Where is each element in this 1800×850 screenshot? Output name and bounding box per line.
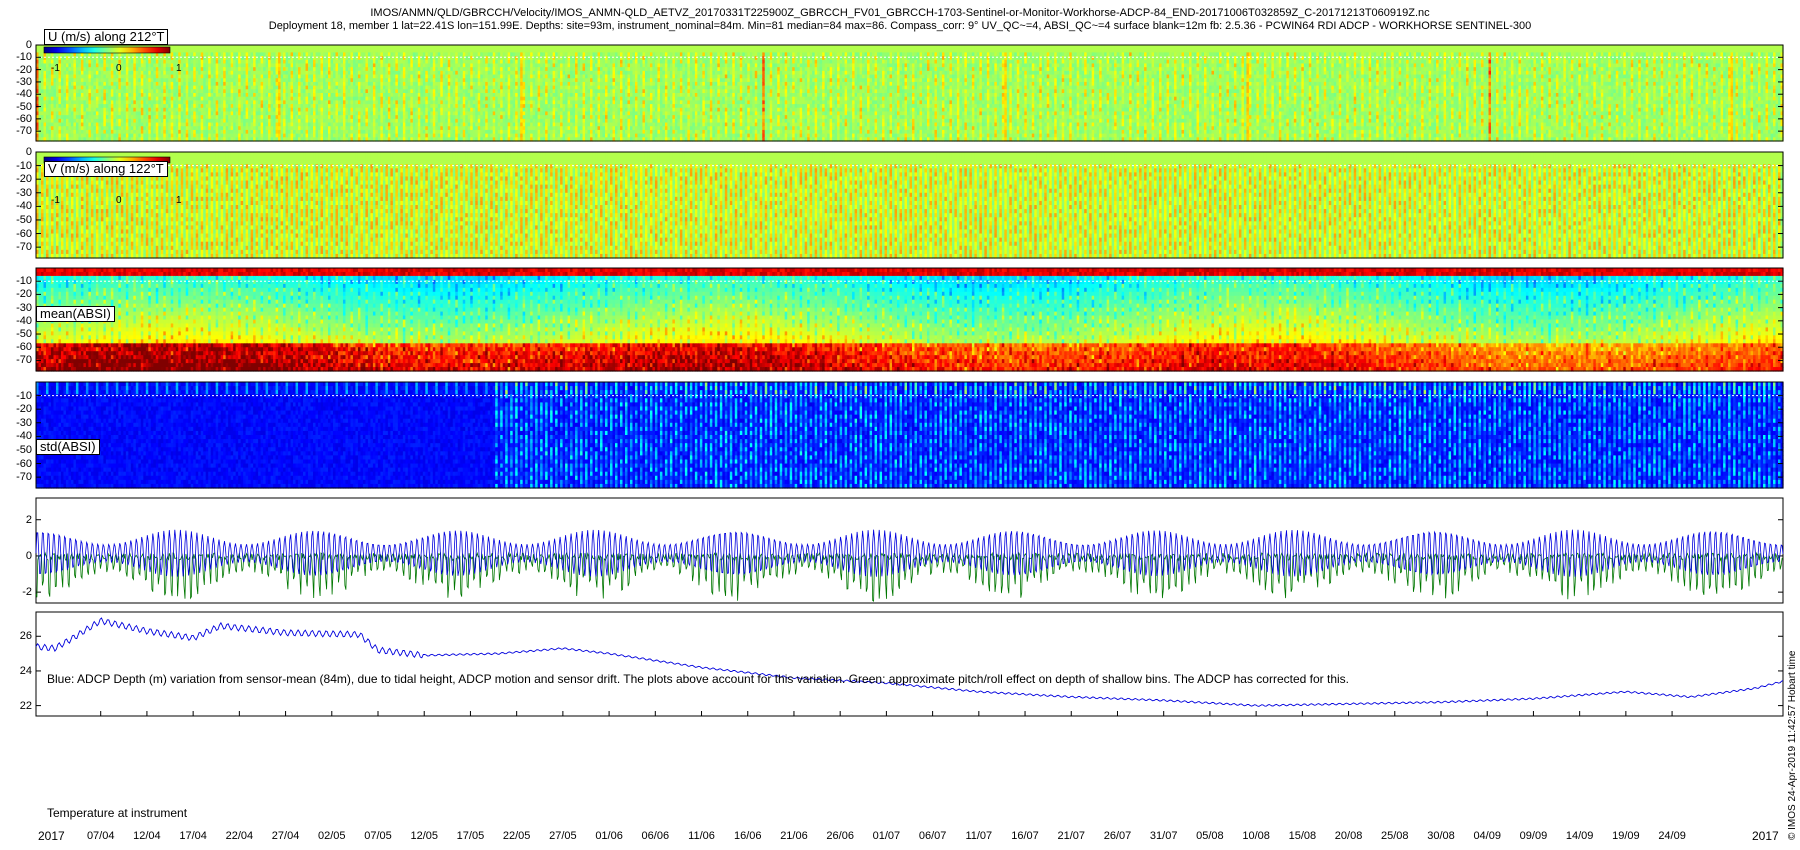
ytick-label-panel4: 2 (26, 514, 32, 526)
xtick-label: 01/07 (870, 830, 902, 842)
xtick-label: 10/08 (1240, 830, 1272, 842)
copyright-timestamp: © IMOS 24-Apr-2019 11:42:57 Hobart time (1787, 651, 1798, 841)
ytick-label-panel3: -60 (16, 458, 32, 470)
ytick-label-panel2: -70 (16, 354, 32, 366)
ytick-label-panel1: -20 (16, 173, 32, 185)
ytick-label-panel2: -50 (16, 328, 32, 340)
ytick-label-panel1: -70 (16, 241, 32, 253)
xtick-label: 27/05 (547, 830, 579, 842)
ytick-label-panel0: -60 (16, 113, 32, 125)
ytick-label-panel0: -30 (16, 76, 32, 88)
xtick-label: 04/09 (1471, 830, 1503, 842)
figure-canvas (0, 0, 1800, 850)
panel-v-title: V (m/s) along 122°T (44, 161, 168, 177)
xtick-label: 26/06 (824, 830, 856, 842)
xtick-label: 21/07 (1055, 830, 1087, 842)
colorbar-0 (44, 47, 170, 53)
u-colorbar-tick-mid: 0 (116, 63, 122, 74)
heatmap-0 (36, 45, 1784, 142)
xtick-label: 17/05 (454, 830, 486, 842)
xtick-label: 11/06 (686, 830, 718, 842)
ytick-label-panel0: -70 (16, 125, 32, 137)
xtick-label: 22/04 (223, 830, 255, 842)
ytick-label-panel2: -40 (16, 315, 32, 327)
xtick-label: 24/09 (1656, 830, 1688, 842)
xtick-label: 17/04 (177, 830, 209, 842)
ytick-label-panel3: -30 (16, 417, 32, 429)
xtick-label: 05/08 (1194, 830, 1226, 842)
depth-panel-annotation: Blue: ADCP Depth (m) variation from sens… (47, 672, 1349, 686)
temperature-series (36, 618, 1783, 706)
u-colorbar-tick-min: -1 (51, 63, 60, 74)
ytick-label-panel1: -40 (16, 200, 32, 212)
xtick-label: 06/06 (639, 830, 671, 842)
xtick-label: 30/08 (1425, 830, 1457, 842)
panel-mean-absi-title: mean(ABSI) (36, 306, 115, 322)
ytick-label-panel1: -30 (16, 187, 32, 199)
xtick-label: 19/09 (1610, 830, 1642, 842)
ytick-label-panel1: -10 (16, 160, 32, 172)
ytick-label-panel5: 24 (20, 665, 32, 677)
ytick-label-panel5: 26 (20, 630, 32, 642)
heatmap-3 (36, 382, 1784, 489)
xtick-label: 02/05 (316, 830, 348, 842)
xtick-label: 22/05 (501, 830, 533, 842)
v-colorbar-tick-mid: 0 (116, 195, 122, 206)
ytick-label-panel0: -40 (16, 88, 32, 100)
ytick-label-panel3: -10 (16, 390, 32, 402)
ytick-label-panel2: -60 (16, 341, 32, 353)
xtick-label: 21/06 (778, 830, 810, 842)
year-label-right: 2017 (1752, 830, 1779, 842)
ytick-label-panel1: 0 (26, 146, 32, 158)
ytick-label-panel4: 0 (26, 550, 32, 562)
xtick-label: 31/07 (1148, 830, 1180, 842)
heatmap-1 (36, 152, 1784, 259)
xtick-label: 01/06 (593, 830, 625, 842)
xtick-label: 06/07 (917, 830, 949, 842)
xtick-label: 12/04 (131, 830, 163, 842)
xtick-label: 15/08 (1286, 830, 1318, 842)
ytick-label-panel3: -20 (16, 403, 32, 415)
u-colorbar-tick-max: 1 (176, 63, 182, 74)
xtick-label: 26/07 (1101, 830, 1133, 842)
v-colorbar-tick-max: 1 (176, 195, 182, 206)
ytick-label-panel2: -30 (16, 302, 32, 314)
ytick-label-panel5: 22 (20, 700, 32, 712)
xtick-label: 07/05 (362, 830, 394, 842)
xtick-label: 20/08 (1333, 830, 1365, 842)
panel-frame-temperature (36, 612, 1783, 716)
panel-u-title: U (m/s) along 212°T (44, 29, 168, 45)
v-colorbar-tick-min: -1 (51, 195, 60, 206)
adcp-depth-series (36, 530, 1783, 577)
xtick-label: 25/08 (1379, 830, 1411, 842)
ytick-label-panel1: -60 (16, 228, 32, 240)
heatmap-2 (36, 268, 1784, 372)
ytick-label-panel0: -50 (16, 101, 32, 113)
xtick-label: 09/09 (1517, 830, 1549, 842)
ytick-label-panel0: -10 (16, 51, 32, 63)
ytick-label-panel3: -50 (16, 444, 32, 456)
ytick-label-panel2: -20 (16, 288, 32, 300)
ytick-label-panel3: -70 (16, 471, 32, 483)
panel-std-absi-title: std(ABSI) (36, 439, 100, 455)
xtick-label: 14/09 (1564, 830, 1596, 842)
temperature-panel-annotation: Temperature at instrument (47, 806, 187, 820)
xtick-label: 27/04 (270, 830, 302, 842)
xtick-label: 07/04 (85, 830, 117, 842)
xtick-label: 16/06 (732, 830, 764, 842)
ytick-label-panel3: -40 (16, 430, 32, 442)
xtick-label: 16/07 (1009, 830, 1041, 842)
ytick-label-panel2: -10 (16, 275, 32, 287)
ytick-label-panel1: -50 (16, 214, 32, 226)
panel-frame-depth (36, 498, 1783, 603)
ytick-label-panel4: -2 (22, 586, 32, 598)
year-label-left: 2017 (38, 830, 65, 842)
xtick-label: 12/05 (408, 830, 440, 842)
ytick-label-panel0: 0 (26, 39, 32, 51)
xtick-label: 11/07 (963, 830, 995, 842)
ytick-label-panel0: -20 (16, 64, 32, 76)
